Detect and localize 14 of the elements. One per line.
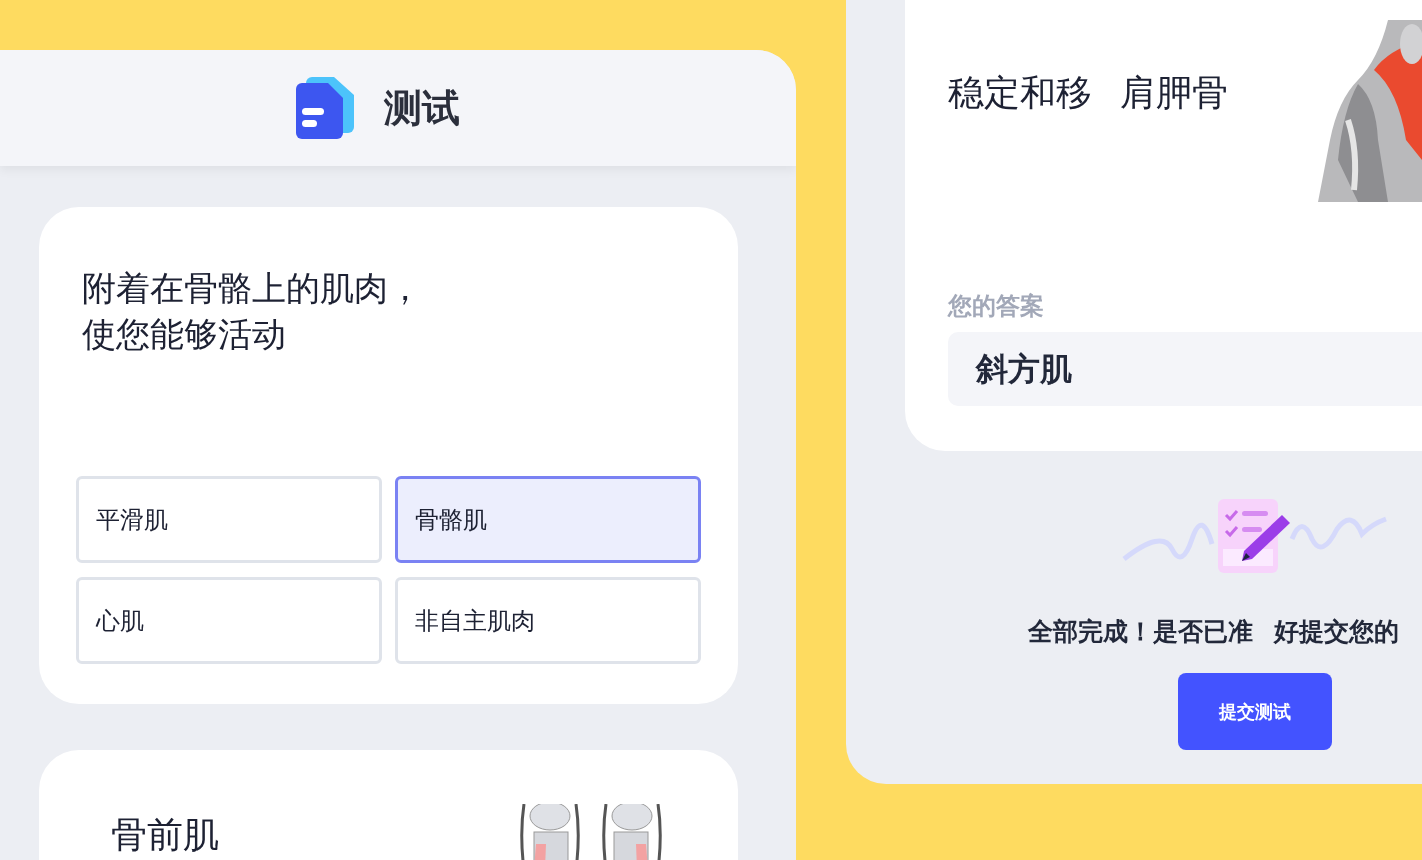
completion-message: 全部完成！是否已准 好提交您的 bbox=[1028, 616, 1400, 648]
question-text: 附着在骨骼上的肌肉，使您能够活动 bbox=[82, 267, 423, 356]
submit-button[interactable]: 提交测试 bbox=[1178, 672, 1332, 750]
answer-option[interactable]: 非自主肌肉 bbox=[395, 577, 701, 664]
answer-option[interactable]: 骨骼肌 bbox=[395, 476, 701, 563]
answer-option[interactable]: 平滑肌 bbox=[76, 476, 382, 563]
question-title: 骨前肌 bbox=[111, 813, 219, 857]
question-title-word: 稳定和移 bbox=[948, 71, 1092, 115]
question-title-word: 肩胛骨 bbox=[1120, 71, 1228, 115]
answer-field[interactable]: 斜方肌 bbox=[948, 332, 1422, 406]
document-icon bbox=[296, 77, 354, 139]
page-title: 测试 bbox=[384, 84, 460, 132]
field-label: 您的答案 bbox=[948, 291, 1045, 322]
answer-option[interactable]: 心肌 bbox=[76, 577, 382, 664]
